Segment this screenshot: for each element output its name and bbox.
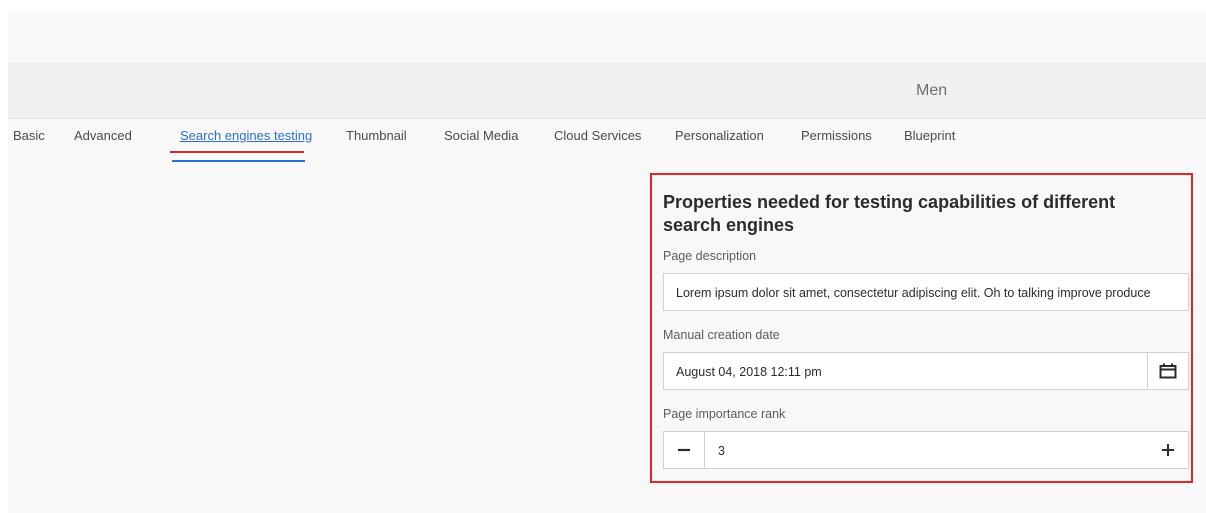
decrement-button[interactable] <box>664 432 705 468</box>
tab-social-media[interactable]: Social Media <box>444 128 518 143</box>
increment-button[interactable] <box>1148 432 1188 468</box>
creation-date-field[interactable]: August 04, 2018 12:11 pm <box>663 352 1189 390</box>
plus-icon <box>1148 432 1188 468</box>
tab-personalization[interactable]: Personalization <box>675 128 764 143</box>
page-description-field[interactable]: Lorem ipsum dolor sit amet, consectetur … <box>663 273 1189 311</box>
tab-basic[interactable]: Basic <box>13 128 45 143</box>
tab-advanced[interactable]: Advanced <box>74 128 132 143</box>
tab-permissions[interactable]: Permissions <box>801 128 872 143</box>
tab-search-engines-testing[interactable]: Search engines testing <box>180 128 312 143</box>
importance-rank-stepper[interactable]: 3 <box>663 431 1189 469</box>
creation-date-value: August 04, 2018 12:11 pm <box>676 365 822 379</box>
page-description-label: Page description <box>663 249 757 263</box>
page-title: Men <box>916 82 948 99</box>
page-description-value: Lorem ipsum dolor sit amet, consectetur … <box>676 286 1151 300</box>
search-engine-properties-panel: Properties needed for testing capabiliti… <box>650 173 1193 483</box>
active-tab-indicator <box>172 160 305 162</box>
annotation-underline <box>170 151 304 153</box>
tab-thumbnail[interactable]: Thumbnail <box>346 128 407 143</box>
top-bar <box>8 12 1206 64</box>
minus-icon <box>664 432 704 468</box>
importance-rank-value[interactable]: 3 <box>718 444 725 458</box>
tab-blueprint[interactable]: Blueprint <box>904 128 955 143</box>
calendar-icon <box>1148 353 1188 389</box>
panel-heading: Properties needed for testing capabiliti… <box>663 192 1116 235</box>
creation-date-label: Manual creation date <box>663 328 780 342</box>
importance-rank-label: Page importance rank <box>663 407 786 421</box>
calendar-button[interactable] <box>1147 353 1188 389</box>
tab-cloud-services[interactable]: Cloud Services <box>554 128 641 143</box>
title-bar: Men <box>8 64 1206 119</box>
